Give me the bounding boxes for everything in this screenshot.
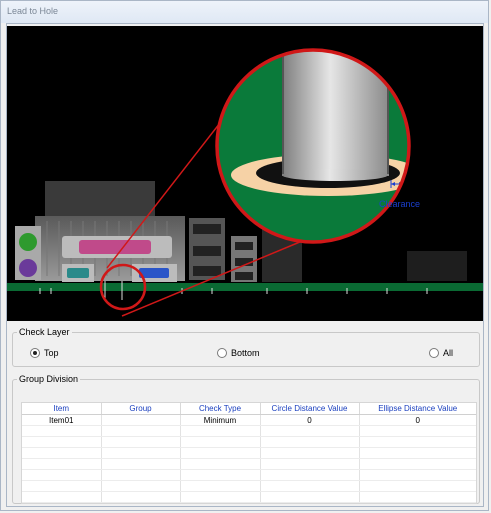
- column-header-item[interactable]: Item: [22, 403, 102, 415]
- clearance-label: Clearance: [379, 199, 420, 209]
- empty-table-row: [22, 436, 476, 448]
- group-division-table[interactable]: Item Group Check Type Circle Distance Va…: [21, 402, 477, 504]
- radio-all[interactable]: All: [429, 348, 453, 358]
- radio-bottom[interactable]: Bottom: [217, 348, 260, 358]
- group-division-group: Group Division Item Group Check Type Cir…: [12, 374, 480, 504]
- illustration-svg: Clearance: [7, 48, 483, 317]
- title-bar[interactable]: Lead to Hole: [1, 1, 488, 23]
- empty-table-row: [22, 491, 476, 503]
- cell-item[interactable]: Item01: [22, 414, 102, 426]
- cell-circle-distance[interactable]: 0: [260, 414, 360, 426]
- radio-all-label: All: [443, 348, 454, 358]
- empty-table-row: [22, 425, 476, 437]
- column-header-circle-distance[interactable]: Circle Distance Value: [260, 403, 360, 415]
- radio-bottom-label: Bottom: [231, 348, 260, 358]
- column-header-check-type[interactable]: Check Type: [180, 403, 261, 415]
- empty-table-row: [22, 458, 476, 470]
- check-layer-legend: Check Layer: [19, 327, 70, 337]
- column-header-ellipse-distance[interactable]: Ellipse Distance Value: [359, 403, 476, 415]
- radio-top-indicator[interactable]: [30, 348, 40, 358]
- table-header-row: Item Group Check Type Circle Distance Va…: [22, 403, 476, 415]
- lead-to-hole-illustration: Clearance: [7, 26, 483, 321]
- radio-top-label: Top: [44, 348, 59, 358]
- radio-bottom-indicator[interactable]: [217, 348, 227, 358]
- cell-check-type[interactable]: Minimum: [180, 414, 261, 426]
- magnified-lens: Clearance: [215, 48, 420, 244]
- empty-table-row: [22, 447, 476, 459]
- empty-table-row: [22, 480, 476, 492]
- table-row[interactable]: Item01 Minimum 0 0: [22, 414, 476, 426]
- cell-group[interactable]: [101, 414, 181, 426]
- group-division-legend: Group Division: [19, 374, 79, 384]
- cell-ellipse-distance[interactable]: 0: [359, 414, 476, 426]
- radio-all-indicator[interactable]: [429, 348, 439, 358]
- lead-to-hole-window: Lead to Hole Clearance Check Layer Top B…: [0, 0, 489, 511]
- check-layer-group: Check Layer Top Bottom All: [12, 327, 480, 367]
- dialog-content: Clearance Check Layer Top Bottom All Gro…: [6, 23, 484, 507]
- radio-top[interactable]: Top: [30, 348, 59, 358]
- column-header-group[interactable]: Group: [101, 403, 181, 415]
- window-title: Lead to Hole: [7, 6, 59, 16]
- empty-table-row: [22, 469, 476, 481]
